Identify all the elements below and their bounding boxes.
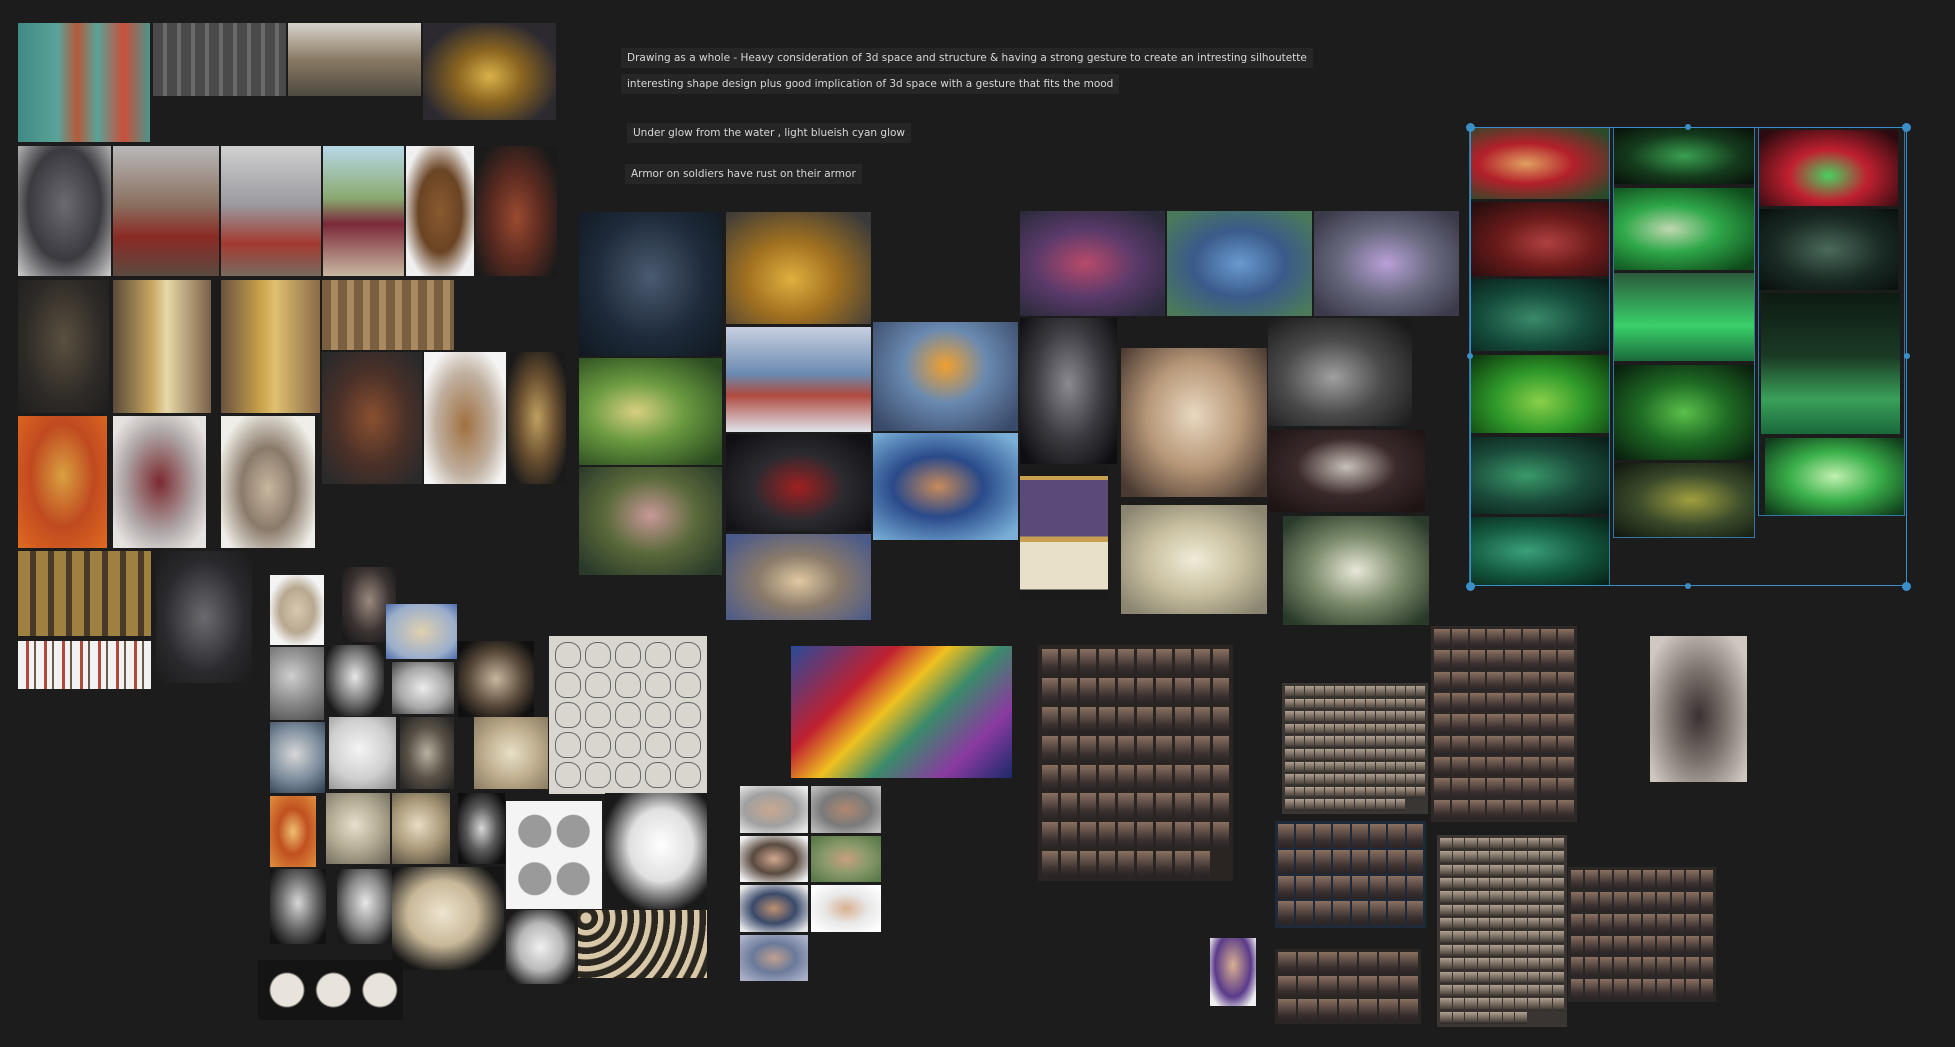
skull-ref-image[interactable] bbox=[270, 869, 326, 944]
pose-contact-sheet[interactable] bbox=[1275, 821, 1426, 928]
pose-contact-sheet[interactable] bbox=[1275, 949, 1421, 1024]
fantasy-art-image[interactable] bbox=[579, 212, 722, 356]
armor-ref-image[interactable] bbox=[221, 146, 321, 276]
resize-handle-bottom-right[interactable] bbox=[1902, 582, 1911, 591]
skeleton-ref-image[interactable] bbox=[474, 717, 548, 789]
skull-ref-image[interactable] bbox=[392, 793, 450, 864]
armor-ref-image[interactable] bbox=[221, 280, 320, 413]
armor-ref-image[interactable] bbox=[18, 551, 151, 636]
portrait-ref-image[interactable] bbox=[811, 786, 881, 833]
fantasy-art-image[interactable] bbox=[873, 433, 1018, 540]
fantasy-art-image[interactable] bbox=[726, 212, 871, 324]
portrait-ref-image[interactable] bbox=[1210, 938, 1256, 1006]
pose-contact-sheet[interactable] bbox=[1431, 626, 1577, 822]
armor-ref-image[interactable] bbox=[322, 352, 422, 484]
pose-contact-sheet[interactable] bbox=[1568, 867, 1716, 1002]
armor-ref-image[interactable] bbox=[18, 23, 150, 142]
resize-handle-bottom[interactable] bbox=[1685, 583, 1691, 589]
resize-handle-top[interactable] bbox=[1685, 124, 1691, 130]
skull-ref-image[interactable] bbox=[258, 960, 403, 1020]
fantasy-art-image[interactable] bbox=[726, 327, 871, 432]
comic-art-image[interactable] bbox=[791, 646, 1012, 778]
armor-ref-image[interactable] bbox=[113, 146, 219, 276]
portrait-ref-image[interactable] bbox=[740, 786, 808, 833]
skull-ref-image[interactable] bbox=[392, 867, 504, 970]
selection-item-outline bbox=[1469, 127, 1610, 586]
note-silhouette[interactable]: Drawing as a whole - Heavy consideration… bbox=[621, 48, 1313, 68]
portrait-ref-image[interactable] bbox=[740, 836, 808, 882]
moodboard-canvas[interactable]: Drawing as a whole - Heavy consideration… bbox=[0, 0, 1955, 1047]
skull-ref-image[interactable] bbox=[270, 575, 324, 645]
skull-ref-image[interactable] bbox=[270, 647, 324, 720]
armor-ref-image[interactable] bbox=[288, 23, 421, 96]
note-underglow[interactable]: Under glow from the water , light blueis… bbox=[627, 123, 912, 143]
portrait-ref-image[interactable] bbox=[740, 885, 808, 932]
resize-handle-right[interactable] bbox=[1904, 353, 1910, 359]
armor-ref-image[interactable] bbox=[221, 416, 315, 548]
fantasy-art-image[interactable] bbox=[1268, 318, 1412, 426]
skeleton-ref-image[interactable] bbox=[386, 604, 457, 659]
resize-handle-bottom-left[interactable] bbox=[1466, 582, 1475, 591]
skeleton-ref-image[interactable] bbox=[270, 796, 316, 867]
skull-ref-image[interactable] bbox=[392, 662, 454, 714]
armor-ref-image[interactable] bbox=[156, 551, 252, 683]
selection-item-outline bbox=[1613, 127, 1755, 538]
armor-ref-image[interactable] bbox=[18, 280, 109, 413]
skeleton-ref-image[interactable] bbox=[1121, 505, 1267, 614]
pose-ref-image[interactable] bbox=[1650, 636, 1747, 782]
skull-ref-image[interactable] bbox=[337, 869, 394, 944]
armor-ref-image[interactable] bbox=[113, 416, 206, 548]
portrait-ref-image[interactable] bbox=[811, 885, 881, 932]
helmet-sheet-image[interactable] bbox=[153, 23, 286, 96]
skull-ref-image[interactable] bbox=[270, 722, 325, 793]
fantasy-art-image[interactable] bbox=[873, 322, 1018, 431]
portrait-ref-image[interactable] bbox=[740, 935, 808, 981]
fantasy-art-image[interactable] bbox=[1020, 318, 1117, 464]
fantasy-art-image[interactable] bbox=[1314, 211, 1459, 316]
skeleton-ref-image[interactable] bbox=[326, 645, 384, 716]
resize-handle-left[interactable] bbox=[1467, 353, 1473, 359]
skull-ref-image[interactable] bbox=[605, 793, 707, 909]
skeleton-ref-image[interactable] bbox=[400, 717, 454, 789]
fantasy-art-image[interactable] bbox=[1167, 211, 1312, 316]
selection-item-outline bbox=[1758, 127, 1905, 516]
armor-ref-image[interactable] bbox=[18, 416, 107, 548]
skull-drawing-sheet[interactable] bbox=[549, 636, 707, 794]
portrait-ref-image[interactable] bbox=[811, 836, 881, 882]
resize-handle-top-left[interactable] bbox=[1466, 123, 1475, 132]
fantasy-art-image[interactable] bbox=[1020, 211, 1165, 316]
magic-card-image[interactable] bbox=[1020, 468, 1108, 600]
skull-ref-image[interactable] bbox=[326, 793, 390, 864]
skeleton-ref-image[interactable] bbox=[1283, 516, 1429, 625]
pose-contact-sheet[interactable] bbox=[1038, 645, 1233, 881]
pose-contact-sheet[interactable] bbox=[1282, 683, 1428, 814]
fantasy-art-image[interactable] bbox=[726, 434, 871, 531]
fantasy-art-image[interactable] bbox=[579, 358, 722, 465]
armor-ref-image[interactable] bbox=[113, 280, 211, 413]
armor-ref-image[interactable] bbox=[476, 146, 557, 276]
skull-anatomy-sheet[interactable] bbox=[506, 801, 602, 909]
armor-ref-image[interactable] bbox=[18, 146, 111, 276]
soldiers-chart-image[interactable] bbox=[18, 641, 151, 689]
armor-ref-image[interactable] bbox=[508, 352, 566, 484]
skeleton-ref-image[interactable] bbox=[458, 641, 534, 717]
armor-ref-image[interactable] bbox=[424, 352, 506, 484]
resize-handle-top-right[interactable] bbox=[1902, 123, 1911, 132]
armor-ref-image[interactable] bbox=[323, 146, 404, 276]
skeleton-ref-image[interactable] bbox=[458, 793, 505, 864]
note-rust[interactable]: Armor on soldiers have rust on their arm… bbox=[625, 164, 862, 184]
armor-ref-image[interactable] bbox=[406, 146, 474, 276]
skull-ref-image[interactable] bbox=[506, 910, 575, 984]
skull-ref-image[interactable] bbox=[329, 717, 396, 789]
armor-ref-image[interactable] bbox=[423, 23, 556, 120]
skull-collection-image[interactable] bbox=[578, 910, 707, 978]
skull-ref-image[interactable] bbox=[1268, 430, 1425, 512]
skeleton-ref-image[interactable] bbox=[1121, 348, 1267, 497]
pose-contact-sheet[interactable] bbox=[1437, 835, 1567, 1027]
note-shape-design[interactable]: interesting shape design plus good impli… bbox=[621, 74, 1120, 94]
fantasy-art-image[interactable] bbox=[579, 467, 722, 575]
terracotta-army-image[interactable] bbox=[322, 280, 454, 350]
fantasy-art-image[interactable] bbox=[726, 534, 871, 620]
